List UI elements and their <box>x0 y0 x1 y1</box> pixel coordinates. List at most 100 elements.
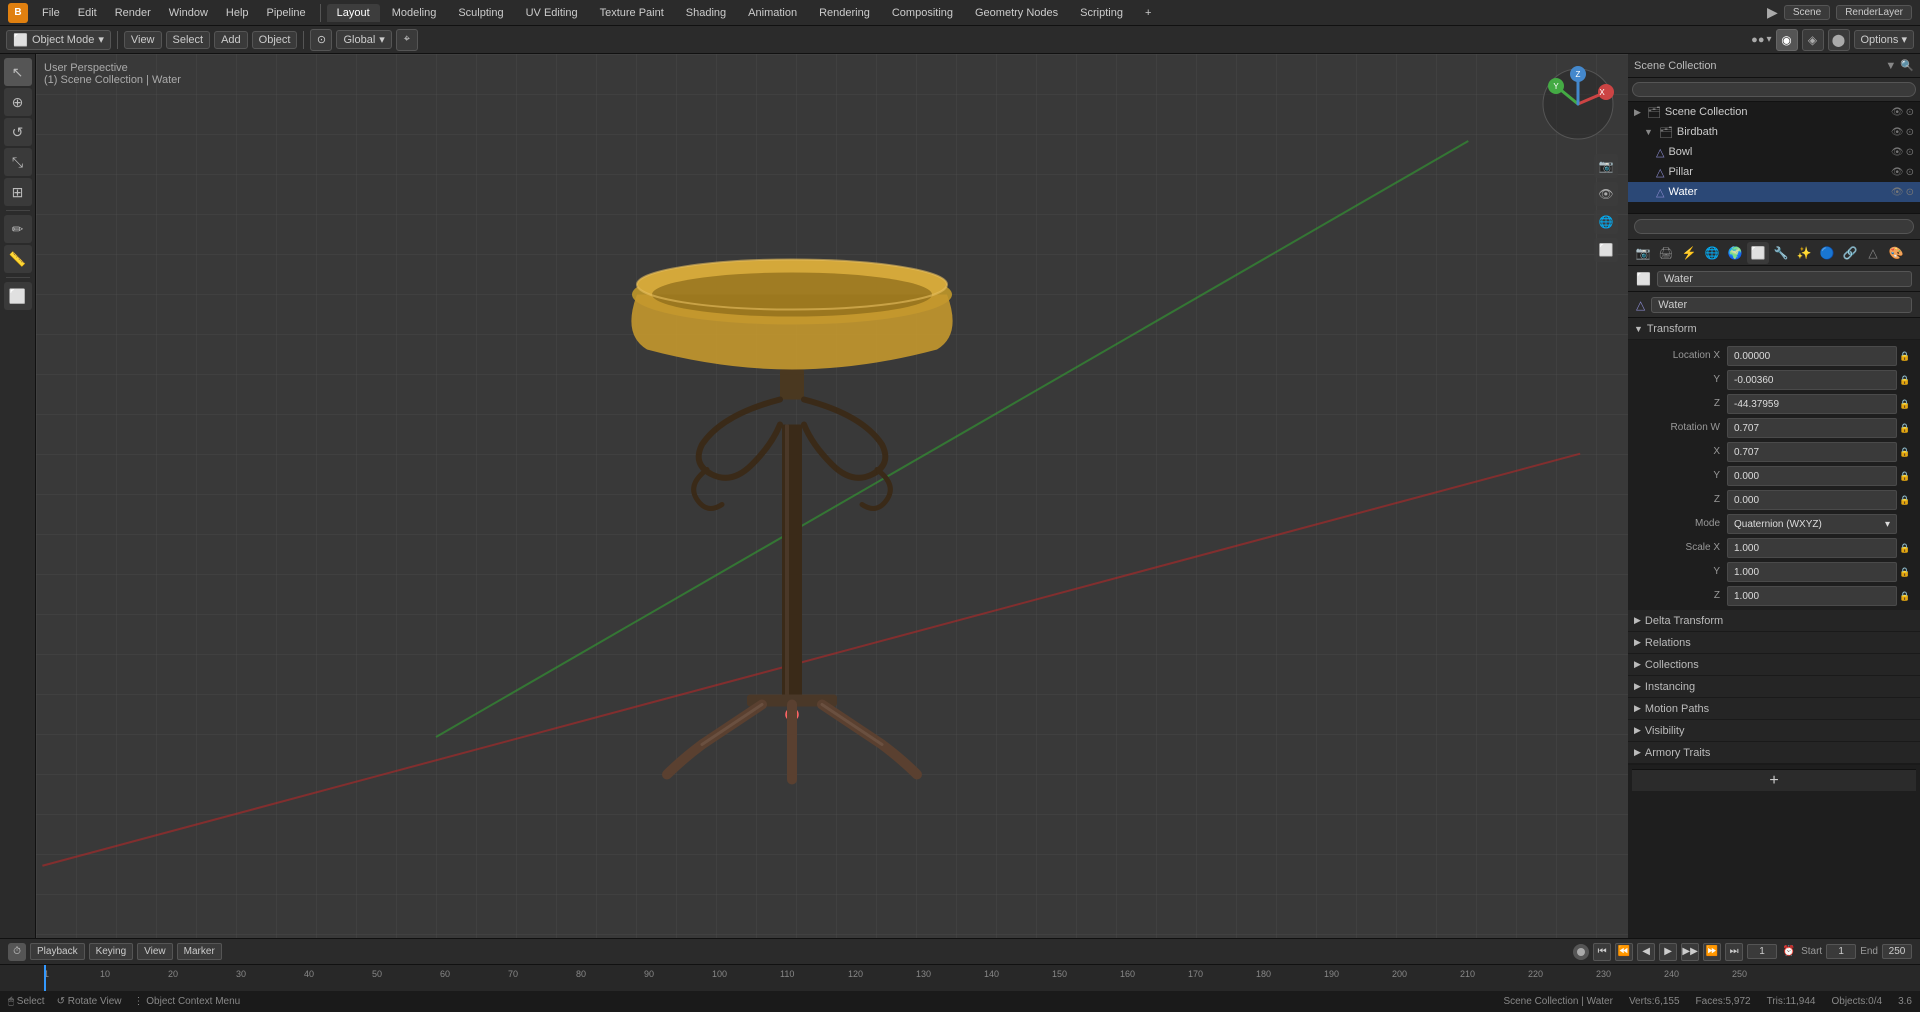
tab-geometry-nodes[interactable]: Geometry Nodes <box>965 4 1068 22</box>
props-search-input[interactable] <box>1634 219 1914 234</box>
scale-z-lock[interactable]: 🔒 <box>1898 586 1912 606</box>
select-icon[interactable]: ⊙ <box>1906 107 1914 118</box>
rotation-w-value[interactable]: 0.707 <box>1727 418 1897 438</box>
file-menu[interactable]: File <box>34 5 68 21</box>
scale-x-lock[interactable]: 🔒 <box>1898 538 1912 558</box>
prop-icon-physics[interactable]: 🔵 <box>1816 242 1838 264</box>
rotation-y-lock[interactable]: 🔒 <box>1898 466 1912 486</box>
prev-frame-btn[interactable]: ◀ <box>1637 943 1655 961</box>
location-x-lock[interactable]: 🔒 <box>1898 346 1912 366</box>
tab-animation[interactable]: Animation <box>738 4 807 22</box>
rotation-z-value[interactable]: 0.000 <box>1727 490 1897 510</box>
prop-icon-object[interactable]: ⬜ <box>1747 242 1769 264</box>
water-vis-icon[interactable]: 👁 <box>1891 187 1904 198</box>
keying-menu[interactable]: Keying <box>89 943 134 960</box>
window-menu[interactable]: Window <box>161 5 216 21</box>
overlay-dropdown[interactable]: ●●▾ <box>1751 34 1771 46</box>
prop-icon-modifier[interactable]: 🔧 <box>1770 242 1792 264</box>
prev-keyframe-btn[interactable]: ⏪ <box>1615 943 1633 961</box>
measure-tool[interactable]: 📏 <box>4 245 32 273</box>
annotate-tool[interactable]: ✏ <box>4 215 32 243</box>
mode-selector[interactable]: ⬜ Object Mode ▾ <box>6 30 111 50</box>
section-collections-header[interactable]: Collections <box>1628 654 1920 676</box>
water-sel-icon[interactable]: ⊙ <box>1906 187 1914 198</box>
add-menu-btn[interactable]: Add <box>214 31 248 49</box>
prop-icon-output[interactable]: 🖨 <box>1655 242 1677 264</box>
view-menu[interactable]: View <box>137 943 173 960</box>
scale-y-value[interactable]: 1.000 <box>1727 562 1897 582</box>
object-menu-btn[interactable]: Object <box>252 31 298 49</box>
birdbath-vis-icon[interactable]: 👁 <box>1891 127 1904 138</box>
viewport-shading-rendered[interactable]: ⬤ <box>1828 29 1850 51</box>
scale-y-lock[interactable]: 🔒 <box>1898 562 1912 582</box>
record-key-btn[interactable] <box>1573 944 1589 960</box>
select-menu-btn[interactable]: Select <box>166 31 211 49</box>
viewport[interactable]: User Perspective (1) Scene Collection | … <box>36 54 1628 938</box>
start-frame-box[interactable]: 1 <box>1826 944 1856 959</box>
location-y-lock[interactable]: 🔒 <box>1898 370 1912 390</box>
tab-texture-paint[interactable]: Texture Paint <box>590 4 674 22</box>
edit-menu[interactable]: Edit <box>70 5 105 21</box>
prop-icon-view-layer[interactable]: ⚡ <box>1678 242 1700 264</box>
prop-icon-world[interactable]: 🌍 <box>1724 242 1746 264</box>
tab-sculpting[interactable]: Sculpting <box>448 4 513 22</box>
prop-icon-materials[interactable]: 🎨 <box>1885 242 1907 264</box>
object-name-input[interactable] <box>1657 271 1912 287</box>
tab-layout[interactable]: Layout <box>327 4 380 22</box>
section-armory-header[interactable]: Armory Traits <box>1628 742 1920 764</box>
render-menu[interactable]: Render <box>107 5 159 21</box>
add-cube-tool[interactable]: ⬜ <box>4 282 32 310</box>
location-z-value[interactable]: -44.37959 <box>1727 394 1897 414</box>
next-frame-btn[interactable]: ▶▶ <box>1681 943 1699 961</box>
add-workspace-tab[interactable]: + <box>1135 4 1161 22</box>
data-name-input[interactable] <box>1651 297 1912 313</box>
move-tool[interactable]: ⊕ <box>4 88 32 116</box>
viewport-size-icon[interactable]: ⬜ <box>1594 238 1618 262</box>
prop-icon-scene[interactable]: 🌐 <box>1701 242 1723 264</box>
outliner-item-scene-collection[interactable]: ▶ 🗂 Scene Collection 👁 ⊙ <box>1628 102 1920 122</box>
section-relations-header[interactable]: Relations <box>1628 632 1920 654</box>
location-z-lock[interactable]: 🔒 <box>1898 394 1912 414</box>
render-layer-selector[interactable]: RenderLayer <box>1836 5 1912 20</box>
marker-menu[interactable]: Marker <box>177 943 222 960</box>
location-y-value[interactable]: -0.00360 <box>1727 370 1897 390</box>
pillar-vis-icon[interactable]: 👁 <box>1891 167 1904 178</box>
next-keyframe-btn[interactable]: ⏩ <box>1703 943 1721 961</box>
perspective-ortho-icon[interactable]: 👁 <box>1594 182 1618 206</box>
rotation-z-lock[interactable]: 🔒 <box>1898 490 1912 510</box>
local-global-icon[interactable]: 🌐 <box>1594 210 1618 234</box>
rotation-x-lock[interactable]: 🔒 <box>1898 442 1912 462</box>
tab-uv-editing[interactable]: UV Editing <box>516 4 588 22</box>
bowl-sel-icon[interactable]: ⊙ <box>1906 147 1914 158</box>
viewport-nav-gizmo[interactable]: X Y Z <box>1538 64 1618 144</box>
viewport-shading-solid[interactable]: ◉ <box>1776 29 1798 51</box>
select-tool[interactable]: ↖ <box>4 58 32 86</box>
scale-x-value[interactable]: 1.000 <box>1727 538 1897 558</box>
pillar-sel-icon[interactable]: ⊙ <box>1906 167 1914 178</box>
section-visibility-header[interactable]: Visibility <box>1628 720 1920 742</box>
rotate-tool[interactable]: ↺ <box>4 118 32 146</box>
viewport-shading-material[interactable]: ◈ <box>1802 29 1824 51</box>
help-menu[interactable]: Help <box>218 5 257 21</box>
section-motion-paths-header[interactable]: Motion Paths <box>1628 698 1920 720</box>
transform-orient-selector[interactable]: Global▾ <box>336 30 391 49</box>
playback-menu[interactable]: Playback <box>30 943 85 960</box>
tab-scripting[interactable]: Scripting <box>1070 4 1133 22</box>
scene-selector[interactable]: Scene <box>1784 5 1830 20</box>
tab-compositing[interactable]: Compositing <box>882 4 963 22</box>
outliner-search-icon[interactable]: 🔍 <box>1900 59 1914 72</box>
outliner-item-bowl[interactable]: △ Bowl 👁 ⊙ <box>1628 142 1920 162</box>
jump-end-btn[interactable]: ⏭ <box>1725 943 1743 961</box>
prop-icon-constraints[interactable]: 🔗 <box>1839 242 1861 264</box>
section-transform-header[interactable]: Transform <box>1628 318 1920 340</box>
bowl-vis-icon[interactable]: 👁 <box>1891 147 1904 158</box>
section-instancing-header[interactable]: Instancing <box>1628 676 1920 698</box>
birdbath-sel-icon[interactable]: ⊙ <box>1906 127 1914 138</box>
options-button[interactable]: Options ▾ <box>1854 30 1915 49</box>
outliner-item-water[interactable]: △ Water 👁 ⊙ <box>1628 182 1920 202</box>
outliner-item-birdbath[interactable]: ▼ 🗂 Birdbath 👁 ⊙ <box>1628 122 1920 142</box>
section-delta-header[interactable]: Delta Transform <box>1628 610 1920 632</box>
rotation-y-value[interactable]: 0.000 <box>1727 466 1897 486</box>
outliner-search-input[interactable] <box>1632 82 1916 97</box>
camera-view-icon[interactable]: 📷 <box>1594 154 1618 178</box>
